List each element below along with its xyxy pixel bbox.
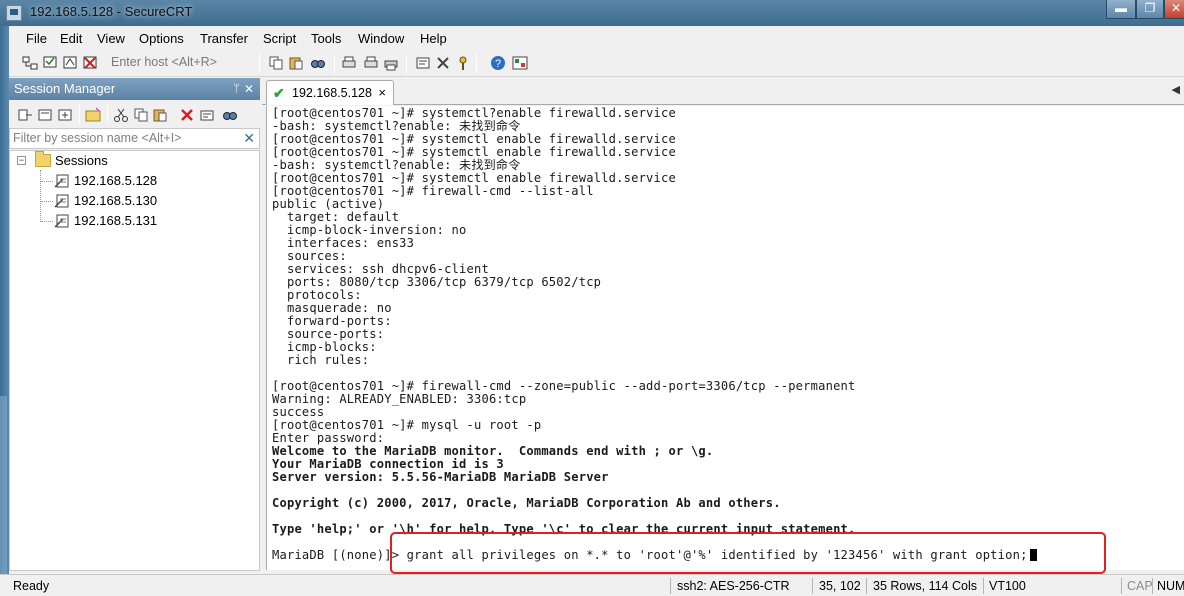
menu-view[interactable]: View [97, 31, 125, 46]
tab-session[interactable]: ✔ 192.168.5.128 × [266, 80, 394, 105]
session-manager-title: Session Manager [14, 81, 116, 96]
copy-session-icon[interactable] [133, 107, 149, 123]
tab-scroll-left-icon[interactable]: ◀ [1172, 83, 1180, 96]
session-icon [54, 214, 69, 228]
tab-label: 192.168.5.128 [292, 86, 372, 100]
session-label: 192.168.5.130 [74, 193, 158, 208]
connect-icon[interactable] [22, 55, 38, 71]
menu-window[interactable]: Window [358, 31, 404, 46]
terminal-line: Copyright (c) 2000, 2017, Oracle, MariaD… [272, 496, 781, 510]
status-terminal-size: 35 Rows, 114 Cols [873, 579, 977, 593]
global-options-icon[interactable] [435, 55, 451, 71]
session-tree: − Sessions 192.168.5.128 192.168.5.130 1… [9, 150, 260, 571]
session-manager-close-icon[interactable]: ✕ [244, 78, 254, 100]
collapse-icon[interactable]: − [17, 156, 26, 165]
session-icon [54, 194, 69, 208]
print-selection-icon[interactable] [363, 55, 379, 71]
pin-icon[interactable]: ᛘ [233, 78, 240, 100]
menu-script[interactable]: Script [263, 31, 296, 46]
copy-icon[interactable] [268, 55, 284, 71]
status-caps-lock: CAP [1127, 579, 1153, 593]
find-icon[interactable] [310, 55, 326, 71]
status-num-lock: NUM [1157, 579, 1184, 593]
window-title: 192.168.5.128 - SecureCRT [30, 4, 193, 19]
status-bar: Ready ssh2: AES-256-CTR 35, 102 35 Rows,… [0, 574, 1184, 596]
new-session-icon[interactable] [57, 107, 73, 123]
tab-close-icon[interactable]: × [378, 81, 386, 105]
status-cipher: ssh2: AES-256-CTR [677, 579, 790, 593]
keymap-icon[interactable] [455, 55, 471, 71]
properties-icon[interactable] [199, 107, 215, 123]
window-edge [0, 26, 9, 596]
terminal-view[interactable]: [root@centos701 ~]# systemctl?enable fir… [266, 106, 1184, 570]
status-emulation: VT100 [989, 579, 1026, 593]
disconnect-icon[interactable] [82, 55, 98, 71]
maximize-button[interactable]: ❐ [1136, 0, 1164, 19]
find-session-icon[interactable] [222, 107, 238, 123]
menu-options[interactable]: Options [139, 31, 184, 46]
session-filter-placeholder: Filter by session name <Alt+I> [13, 131, 182, 145]
svg-text:?: ? [495, 58, 501, 70]
highlight-box [390, 532, 1106, 574]
session-label: 192.168.5.131 [74, 213, 158, 228]
delete-icon[interactable] [179, 107, 195, 123]
tree-item-sessions[interactable]: − Sessions [10, 151, 250, 170]
paste-session-icon[interactable] [152, 107, 168, 123]
session-icon [54, 174, 69, 188]
minimize-button[interactable]: ▬ [1106, 0, 1136, 19]
menu-edit[interactable]: Edit [60, 31, 82, 46]
sftp-icon[interactable] [512, 55, 528, 71]
cut-icon[interactable] [113, 107, 129, 123]
connect-in-tab-icon[interactable] [62, 55, 78, 71]
session-options-icon[interactable] [415, 55, 431, 71]
enter-host-input[interactable]: Enter host <Alt+R> [109, 53, 259, 73]
paste-icon[interactable] [288, 55, 304, 71]
close-button[interactable]: ✕ [1164, 0, 1184, 19]
sessions-folder-label: Sessions [55, 153, 108, 168]
securecrt-app-icon[interactable] [6, 5, 22, 21]
clear-filter-icon[interactable]: ✕ [243, 129, 255, 148]
title-bar: 192.168.5.128 - SecureCRT ▬ ❐ ✕ [0, 0, 1184, 26]
status-cursor-position: 35, 102 [819, 579, 861, 593]
menu-transfer[interactable]: Transfer [200, 31, 248, 46]
connected-check-icon: ✔ [273, 85, 285, 101]
tab-strip: ✔ 192.168.5.128 × ◀ [262, 78, 1184, 105]
print-icon[interactable] [341, 55, 357, 71]
connect-session-icon[interactable] [17, 107, 33, 123]
menu-tools[interactable]: Tools [311, 31, 341, 46]
terminal-line: Server version: 5.5.56-MariaDB MariaDB S… [272, 470, 609, 484]
menu-help[interactable]: Help [420, 31, 447, 46]
menu-file[interactable]: File [26, 31, 47, 46]
session-label: 192.168.5.128 [74, 173, 158, 188]
tree-item-session[interactable]: 192.168.5.131 [10, 212, 250, 230]
help-icon[interactable]: ? [490, 55, 506, 71]
folder-icon [35, 151, 51, 167]
connect-tab-icon[interactable] [37, 107, 53, 123]
tree-item-session[interactable]: 192.168.5.130 [10, 192, 250, 210]
session-manager-header: Session Manager ᛘ ✕ [9, 78, 260, 100]
session-filter-input[interactable]: Filter by session name <Alt+I> ✕ [9, 128, 260, 149]
quick-connect-icon[interactable] [42, 55, 58, 71]
session-manager-toolbar [9, 100, 260, 128]
terminal-line: rich rules: [272, 353, 370, 367]
new-folder-icon[interactable] [85, 107, 101, 123]
status-ready: Ready [13, 579, 50, 593]
menu-bar: File Edit View Options Transfer Script T… [9, 26, 1184, 50]
main-toolbar: Enter host <Alt+R> ? [9, 50, 1184, 77]
print-screen-icon[interactable] [383, 55, 399, 71]
tree-item-session[interactable]: 192.168.5.128 [10, 172, 250, 190]
